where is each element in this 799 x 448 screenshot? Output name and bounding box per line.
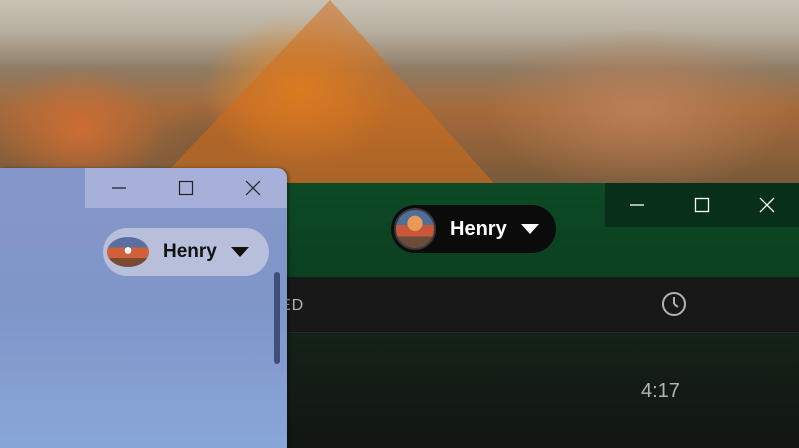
caret-down-icon: [520, 224, 539, 234]
track-list-header: ED: [280, 277, 799, 333]
scrollbar-thumb[interactable]: [274, 272, 280, 364]
side-minimize-button[interactable]: [85, 168, 152, 208]
user-name: Henry: [450, 217, 507, 240]
minimize-icon: [111, 187, 126, 189]
close-button[interactable]: [734, 183, 799, 227]
user-avatar: [107, 237, 149, 267]
minimize-icon: [630, 204, 645, 206]
maximize-button[interactable]: [670, 183, 735, 227]
close-icon: [759, 197, 775, 213]
side-close-button[interactable]: [219, 168, 286, 208]
side-maximize-button[interactable]: [152, 168, 219, 208]
user-avatar: [394, 208, 436, 250]
clock-icon: [662, 292, 686, 316]
close-icon: [245, 180, 260, 196]
side-user-menu-button[interactable]: Henry: [103, 228, 269, 276]
maximize-icon: [178, 180, 193, 196]
user-menu-button[interactable]: Henry: [391, 205, 556, 253]
track-row[interactable]: [280, 333, 799, 448]
track-duration: 4:17: [641, 380, 680, 402]
caret-down-icon: [230, 247, 249, 257]
wallpaper-rock: [150, 0, 500, 190]
side-window: Henry: [0, 168, 287, 448]
user-name: Henry: [163, 241, 217, 262]
window-controls: [605, 183, 799, 227]
side-window-titlebar: [85, 168, 287, 208]
minimize-button[interactable]: [605, 183, 670, 227]
maximize-icon: [694, 197, 710, 213]
music-player-window: Henry ED 4:17: [280, 183, 799, 448]
player-header: Henry: [280, 183, 799, 277]
